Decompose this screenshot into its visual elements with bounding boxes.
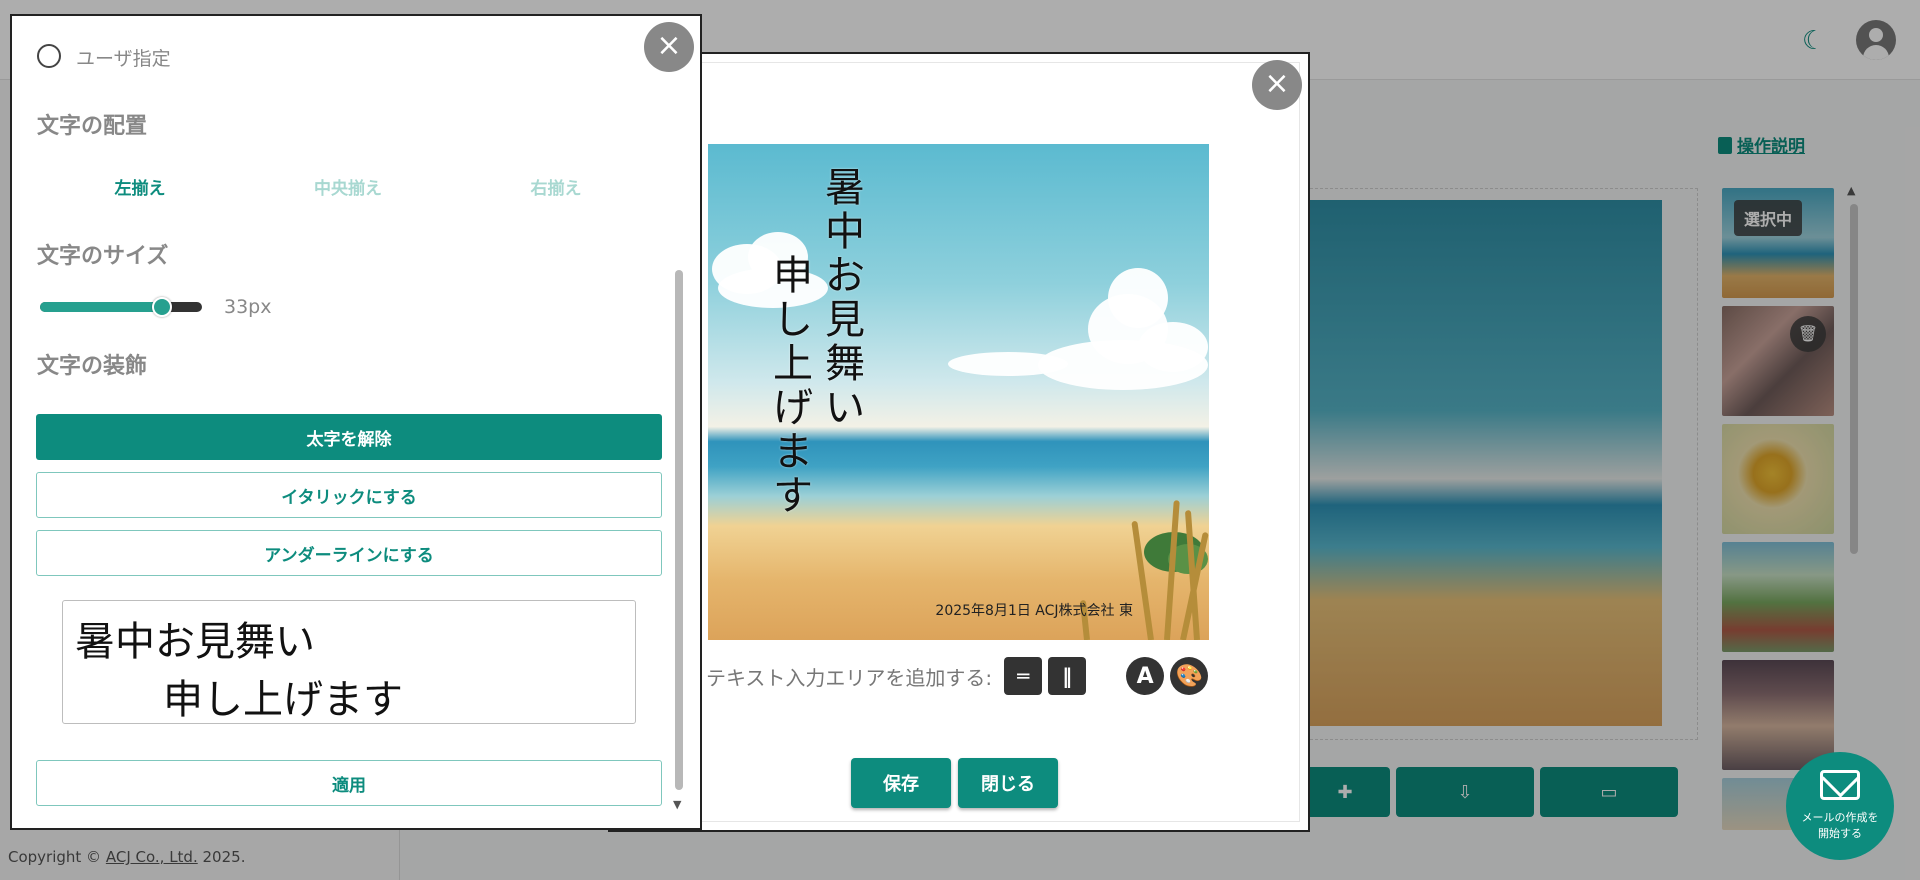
settings-close-icon[interactable]: × [644,22,694,72]
italic-toggle-button[interactable]: イタリックにする [36,472,662,518]
align-left-option[interactable]: 左揃え [40,174,240,199]
preview-line-1: 暑中お見舞い [75,619,315,665]
close-icon[interactable]: × [1252,60,1302,110]
palette-icon[interactable]: 🎨 [1170,657,1209,695]
settings-scrollbar[interactable] [675,270,683,790]
close-button[interactable]: 閉じる [958,758,1058,808]
add-text-area-row: テキスト入力エリアを追加する: ═ ‖ A 🎨 [706,656,1209,696]
align-right-option[interactable]: 右揃え [456,174,656,199]
scroll-down-arrow[interactable]: ▼ [673,798,681,811]
custom-radio[interactable] [37,44,61,68]
align-center-option[interactable]: 中央揃え [248,174,448,199]
card-text-line-2[interactable]: 申し上げます [768,254,818,518]
alignment-heading: 文字の配置 [37,114,148,139]
envelope-icon [1820,770,1860,800]
size-slider[interactable] [40,302,202,312]
start-mail-label: メールの作成を 開始する [1801,811,1879,840]
size-heading: 文字のサイズ [37,244,169,269]
preview-line-2: 申し上げます [163,677,403,723]
underline-toggle-button[interactable]: アンダーラインにする [36,530,662,576]
text-settings-modal: ユーザ指定 文字の配置 左揃え 中央揃え 右揃え 文字のサイズ 33px 文字の… [10,14,702,830]
start-mail-button[interactable]: メールの作成を 開始する [1786,752,1894,860]
add-vertical-text-button[interactable]: ‖ [1048,657,1087,695]
text-preview[interactable]: 暑中お見舞い 申し上げます [62,600,636,724]
size-value: 33px [224,296,272,318]
save-button[interactable]: 保存 [851,758,951,808]
add-text-area-label: テキスト入力エリアを追加する: [706,665,993,690]
card-image[interactable]: 暑中お見舞い 申し上げます 2025年8月1日 ACJ株式会社 東 [708,144,1209,640]
custom-radio-label: ユーザ指定 [76,48,171,70]
bold-toggle-button[interactable]: 太字を解除 [36,414,662,460]
card-footer-text[interactable]: 2025年8月1日 ACJ株式会社 東 [935,600,1133,620]
card-text-line-1[interactable]: 暑中お見舞い [820,166,870,430]
apply-button[interactable]: 適用 [36,760,662,806]
size-slider-thumb[interactable] [152,297,172,317]
font-icon[interactable]: A [1126,657,1165,695]
decoration-heading: 文字の装飾 [37,354,148,379]
add-horizontal-text-button[interactable]: ═ [1004,657,1043,695]
